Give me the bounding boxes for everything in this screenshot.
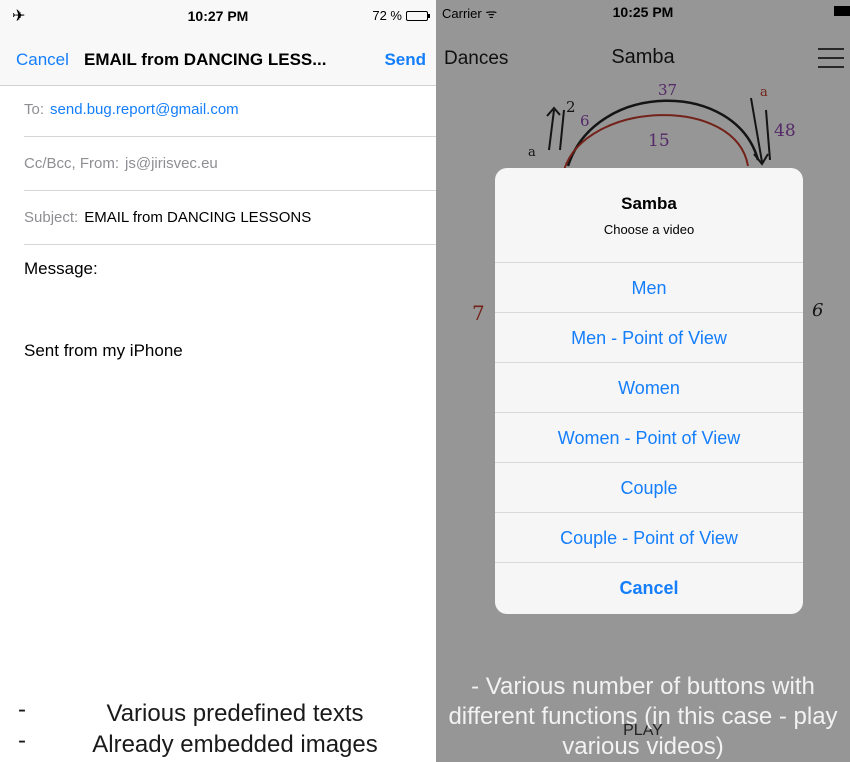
alert-header: Samba Choose a video xyxy=(495,168,803,263)
subject-label: Subject: xyxy=(24,209,79,226)
feature-notes-left: - Various predefined texts - Already emb… xyxy=(0,696,436,762)
to-label: To: xyxy=(24,101,45,118)
send-button[interactable]: Send xyxy=(384,50,426,70)
video-option-couple-pov[interactable]: Couple - Point of View xyxy=(495,513,803,563)
video-option-men[interactable]: Men xyxy=(495,263,803,313)
from-address: js@jirisvec.eu xyxy=(125,155,218,172)
to-recipient[interactable]: send.bug.report@gmail.com xyxy=(50,101,239,118)
alert-cancel-button[interactable]: Cancel xyxy=(495,563,803,613)
battery-indicator: 72 % xyxy=(372,8,430,23)
battery-icon xyxy=(406,10,430,21)
battery-percent: 72 % xyxy=(372,8,402,23)
cc-bcc-from-field[interactable]: Cc/Bcc, From: js@jirisvec.eu xyxy=(24,137,436,191)
note-item: - Already embedded images xyxy=(0,727,436,762)
video-option-men-pov[interactable]: Men - Point of View xyxy=(495,313,803,363)
cc-label: Cc/Bcc, From: xyxy=(24,155,120,172)
alert-title: Samba xyxy=(621,194,677,213)
status-time: 10:27 PM xyxy=(187,8,249,24)
compose-nav-bar: Cancel EMAIL from DANCING LESS... Send xyxy=(0,30,436,86)
alert-subtitle: Choose a video xyxy=(603,222,695,237)
compose-title: EMAIL from DANCING LESS... xyxy=(84,50,327,69)
video-option-couple[interactable]: Couple xyxy=(495,463,803,513)
subject-field[interactable]: Subject: EMAIL from DANCING LESSONS xyxy=(24,191,436,245)
video-chooser-alert: Samba Choose a video Men Men - Point of … xyxy=(495,168,803,614)
video-option-women[interactable]: Women xyxy=(495,363,803,413)
message-body-label[interactable]: Message: xyxy=(24,259,98,279)
note-text: Already embedded images xyxy=(92,731,378,758)
dance-app-screen: Carrier ᯤ 10:25 PM Dances Samba 37 a 48 … xyxy=(436,0,850,762)
note-item: - Various predefined texts xyxy=(0,696,436,731)
note-text: Various predefined texts xyxy=(106,700,364,727)
mail-compose-screen: ✈ 10:27 PM 72 % Cancel EMAIL from DANCIN… xyxy=(0,0,436,762)
feature-note-right: - Various number of buttons with differe… xyxy=(448,673,838,760)
subject-value[interactable]: EMAIL from DANCING LESSONS xyxy=(84,209,311,226)
to-field[interactable]: To: send.bug.report@gmail.com xyxy=(24,83,436,137)
video-option-women-pov[interactable]: Women - Point of View xyxy=(495,413,803,463)
cancel-button[interactable]: Cancel xyxy=(16,50,69,70)
signature[interactable]: Sent from my iPhone xyxy=(24,341,183,361)
status-bar: ✈ 10:27 PM 72 % xyxy=(0,0,436,30)
